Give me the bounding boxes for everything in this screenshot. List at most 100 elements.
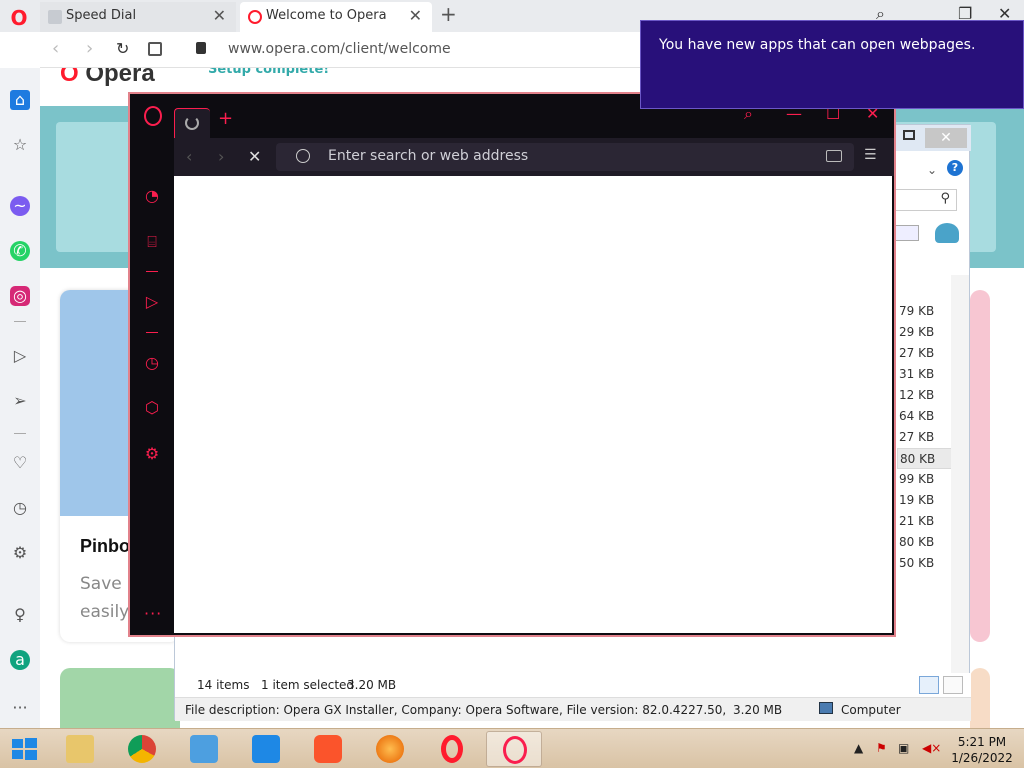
scrollbar[interactable] (951, 275, 969, 695)
close-tab-icon[interactable]: ✕ (409, 2, 422, 30)
search-input[interactable]: ⚲ (895, 189, 957, 211)
file-size-cell[interactable]: 50 KB (897, 553, 957, 574)
network-icon[interactable]: ▣ (898, 741, 909, 755)
opera-icon (441, 735, 463, 763)
send-icon[interactable]: ➢ (10, 391, 30, 411)
gx-corner-icon[interactable]: ⌸ (142, 232, 162, 252)
gx-control-icon[interactable]: ◔ (142, 186, 162, 206)
more-icon[interactable]: ··· (144, 604, 162, 623)
player-icon[interactable]: ▷ (10, 346, 30, 366)
whatsapp-icon[interactable]: ✆ (10, 241, 30, 261)
file-size-cell[interactable]: 99 KB (897, 469, 957, 490)
instagram-icon[interactable]: ◎ (10, 286, 30, 306)
close-icon[interactable]: ✕ (925, 128, 967, 148)
file-size-cell[interactable]: 21 KB (897, 511, 957, 532)
clock-date: 1/26/2022 (951, 751, 1013, 765)
speed-dial-grid-icon[interactable] (148, 42, 162, 56)
gx-tab-loading[interactable] (174, 108, 210, 138)
settings-icon[interactable]: ⚙ (10, 543, 30, 563)
snapshot-camera-icon[interactable] (826, 150, 842, 162)
status-bar: 14 items 1 item selected 3.20 MB (175, 673, 971, 697)
stop-loading-icon[interactable]: ✕ (248, 147, 261, 166)
feature-card[interactable] (970, 290, 990, 642)
forward-icon[interactable]: › (218, 147, 224, 166)
more-icon[interactable]: ··· (10, 698, 30, 718)
back-icon[interactable]: ‹ (52, 38, 59, 59)
change-view-button[interactable] (893, 225, 919, 241)
address-placeholder: Enter search or web address (328, 148, 529, 164)
player-icon[interactable]: ▷ (142, 292, 162, 312)
taskbar-brave[interactable] (300, 731, 356, 767)
tab-label: Welcome to Opera (266, 8, 387, 23)
taskbar-opera[interactable] (424, 731, 480, 767)
heart-icon[interactable]: ♡ (10, 453, 30, 473)
opera-gx-logo-icon[interactable] (144, 106, 162, 126)
folder-icon (66, 735, 94, 763)
file-size-cell[interactable]: 19 KB (897, 490, 957, 511)
maximize-icon[interactable] (903, 130, 915, 140)
messenger-icon[interactable]: ~ (10, 196, 30, 216)
chevron-down-icon[interactable]: ⌄ (927, 163, 937, 177)
lightbulb-icon[interactable]: ♀ (10, 605, 30, 625)
aria-icon[interactable]: a (10, 650, 30, 670)
opera-menu-icon[interactable]: O (8, 7, 30, 29)
volume-muted-icon[interactable]: ◀× (922, 741, 941, 755)
file-size-cell[interactable]: 79 KB (897, 301, 957, 322)
file-size-cell[interactable]: 12 KB (897, 385, 957, 406)
close-tab-icon[interactable]: ✕ (213, 2, 226, 30)
opera-favicon-icon (248, 10, 262, 24)
taskbar-firefox[interactable] (362, 731, 418, 767)
clock[interactable]: 5:21 PM 1/26/2022 (950, 734, 1014, 766)
taskbar-chrome[interactable] (114, 731, 170, 767)
home-icon[interactable]: ⌂ (10, 90, 30, 110)
lock-icon[interactable] (196, 42, 206, 54)
sidebar-divider (146, 332, 158, 333)
clock-time: 5:21 PM (957, 735, 1007, 749)
history-icon[interactable]: ◷ (10, 498, 30, 518)
setup-complete-text: Setup complete! (208, 68, 330, 77)
file-size-cell[interactable]: 31 KB (897, 364, 957, 385)
url-field[interactable]: www.opera.com/client/welcome (228, 41, 451, 57)
sidebar-divider (146, 271, 158, 272)
taskbar-recycle[interactable] (176, 731, 232, 767)
tiles-view-icon[interactable] (943, 676, 963, 694)
taskbar-app[interactable] (238, 731, 294, 767)
reload-icon[interactable]: ↻ (116, 39, 129, 58)
shell-icon (935, 223, 959, 243)
settings-icon[interactable]: ⚙ (142, 444, 162, 464)
show-hidden-icons-icon[interactable]: ▲ (854, 741, 863, 755)
opera-sidebar: ⌂ ☆ ~ ✆ ◎ ▷ ➢ ♡ ◷ ⚙ ♀ a ··· (0, 68, 40, 728)
brave-icon (314, 735, 342, 763)
extensions-cube-icon[interactable]: ⬡ (142, 398, 162, 418)
loading-spinner-icon (185, 116, 199, 130)
address-input[interactable]: Enter search or web address (276, 143, 854, 171)
details-view-icon[interactable] (919, 676, 939, 694)
feature-card[interactable] (970, 668, 990, 728)
history-icon[interactable]: ◷ (142, 353, 162, 373)
file-size-cell[interactable]: 27 KB (897, 427, 957, 448)
file-size-cell[interactable]: 80 KB (897, 532, 957, 553)
taskbar-explorer[interactable] (52, 731, 108, 767)
feature-card[interactable] (60, 668, 180, 728)
help-icon[interactable]: ? (947, 160, 963, 176)
feature-card-title: Pinbo (80, 536, 130, 556)
start-button[interactable] (8, 735, 40, 763)
speed-dial-favicon-icon (48, 10, 62, 24)
action-center-flag-icon[interactable]: ⚑ (876, 741, 887, 755)
taskbar-opera-gx[interactable] (486, 731, 542, 767)
new-apps-notification[interactable]: You have new apps that can open webpages… (640, 20, 1024, 109)
tab-speed-dial[interactable]: Speed Dial ✕ (40, 2, 236, 32)
tab-welcome-to-opera[interactable]: Welcome to Opera ✕ (240, 2, 432, 32)
file-size-cell[interactable]: 64 KB (897, 406, 957, 427)
globe-icon (296, 149, 310, 163)
file-size-cell[interactable]: 29 KB (897, 322, 957, 343)
file-size-cell[interactable]: 80 KB (897, 448, 957, 469)
back-icon[interactable]: ‹ (186, 147, 192, 166)
gx-page-content[interactable] (174, 176, 892, 633)
file-size-cell[interactable]: 27 KB (897, 343, 957, 364)
new-tab-button[interactable]: + (218, 108, 233, 129)
speed-dial-star-icon[interactable]: ☆ (10, 135, 30, 155)
easy-setup-icon[interactable]: ☰ (864, 147, 877, 163)
forward-icon[interactable]: › (86, 38, 93, 59)
new-tab-button[interactable]: + (440, 2, 457, 26)
